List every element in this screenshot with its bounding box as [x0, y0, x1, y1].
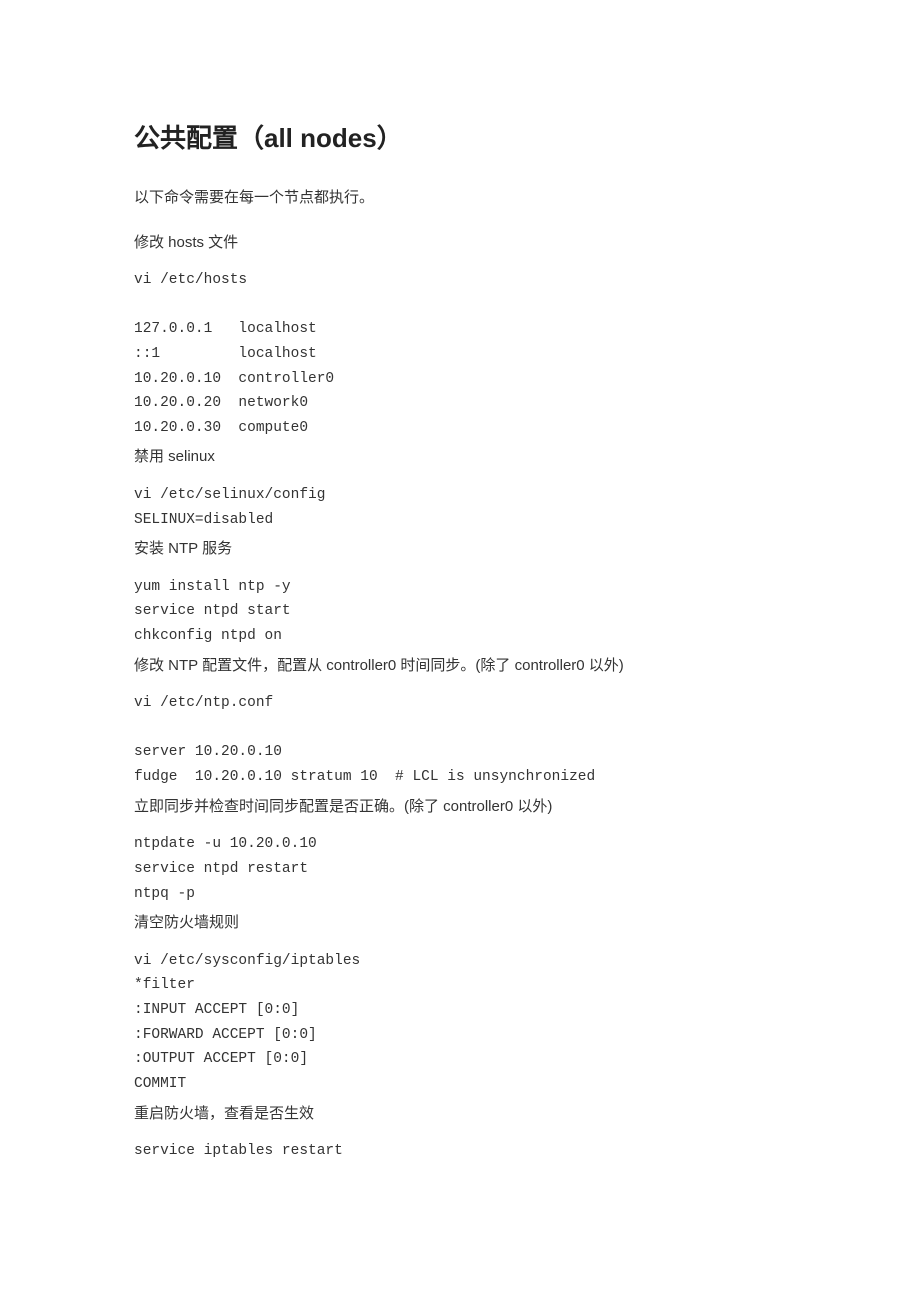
paragraph-ntp-sync: 立即同步并检查时间同步配置是否正确。(除了 controller0 以外) [134, 796, 787, 819]
code-selinux: vi /etc/selinux/config SELINUX=disabled [134, 483, 787, 532]
paragraph-selinux: 禁用 selinux [134, 446, 787, 469]
code-iptables: vi /etc/sysconfig/iptables *filter :INPU… [134, 949, 787, 1097]
code-hosts: vi /etc/hosts 127.0.0.1 localhost ::1 lo… [134, 268, 787, 440]
paragraph-ntp-install: 安装 NTP 服务 [134, 538, 787, 561]
paragraph-iptables-clear: 清空防火墙规则 [134, 912, 787, 935]
page-title: 公共配置（all nodes） [134, 118, 787, 155]
code-ntp-install: yum install ntp -y service ntpd start ch… [134, 575, 787, 649]
paragraph-hosts: 修改 hosts 文件 [134, 232, 787, 255]
code-ntp-conf: vi /etc/ntp.conf server 10.20.0.10 fudge… [134, 691, 787, 790]
paragraph-iptables-restart: 重启防火墙，查看是否生效 [134, 1103, 787, 1126]
code-ntp-sync: ntpdate -u 10.20.0.10 service ntpd resta… [134, 832, 787, 906]
paragraph-ntp-conf: 修改 NTP 配置文件，配置从 controller0 时间同步。(除了 con… [134, 655, 787, 678]
code-iptables-restart: service iptables restart [134, 1139, 787, 1164]
paragraph-intro: 以下命令需要在每一个节点都执行。 [134, 187, 787, 210]
